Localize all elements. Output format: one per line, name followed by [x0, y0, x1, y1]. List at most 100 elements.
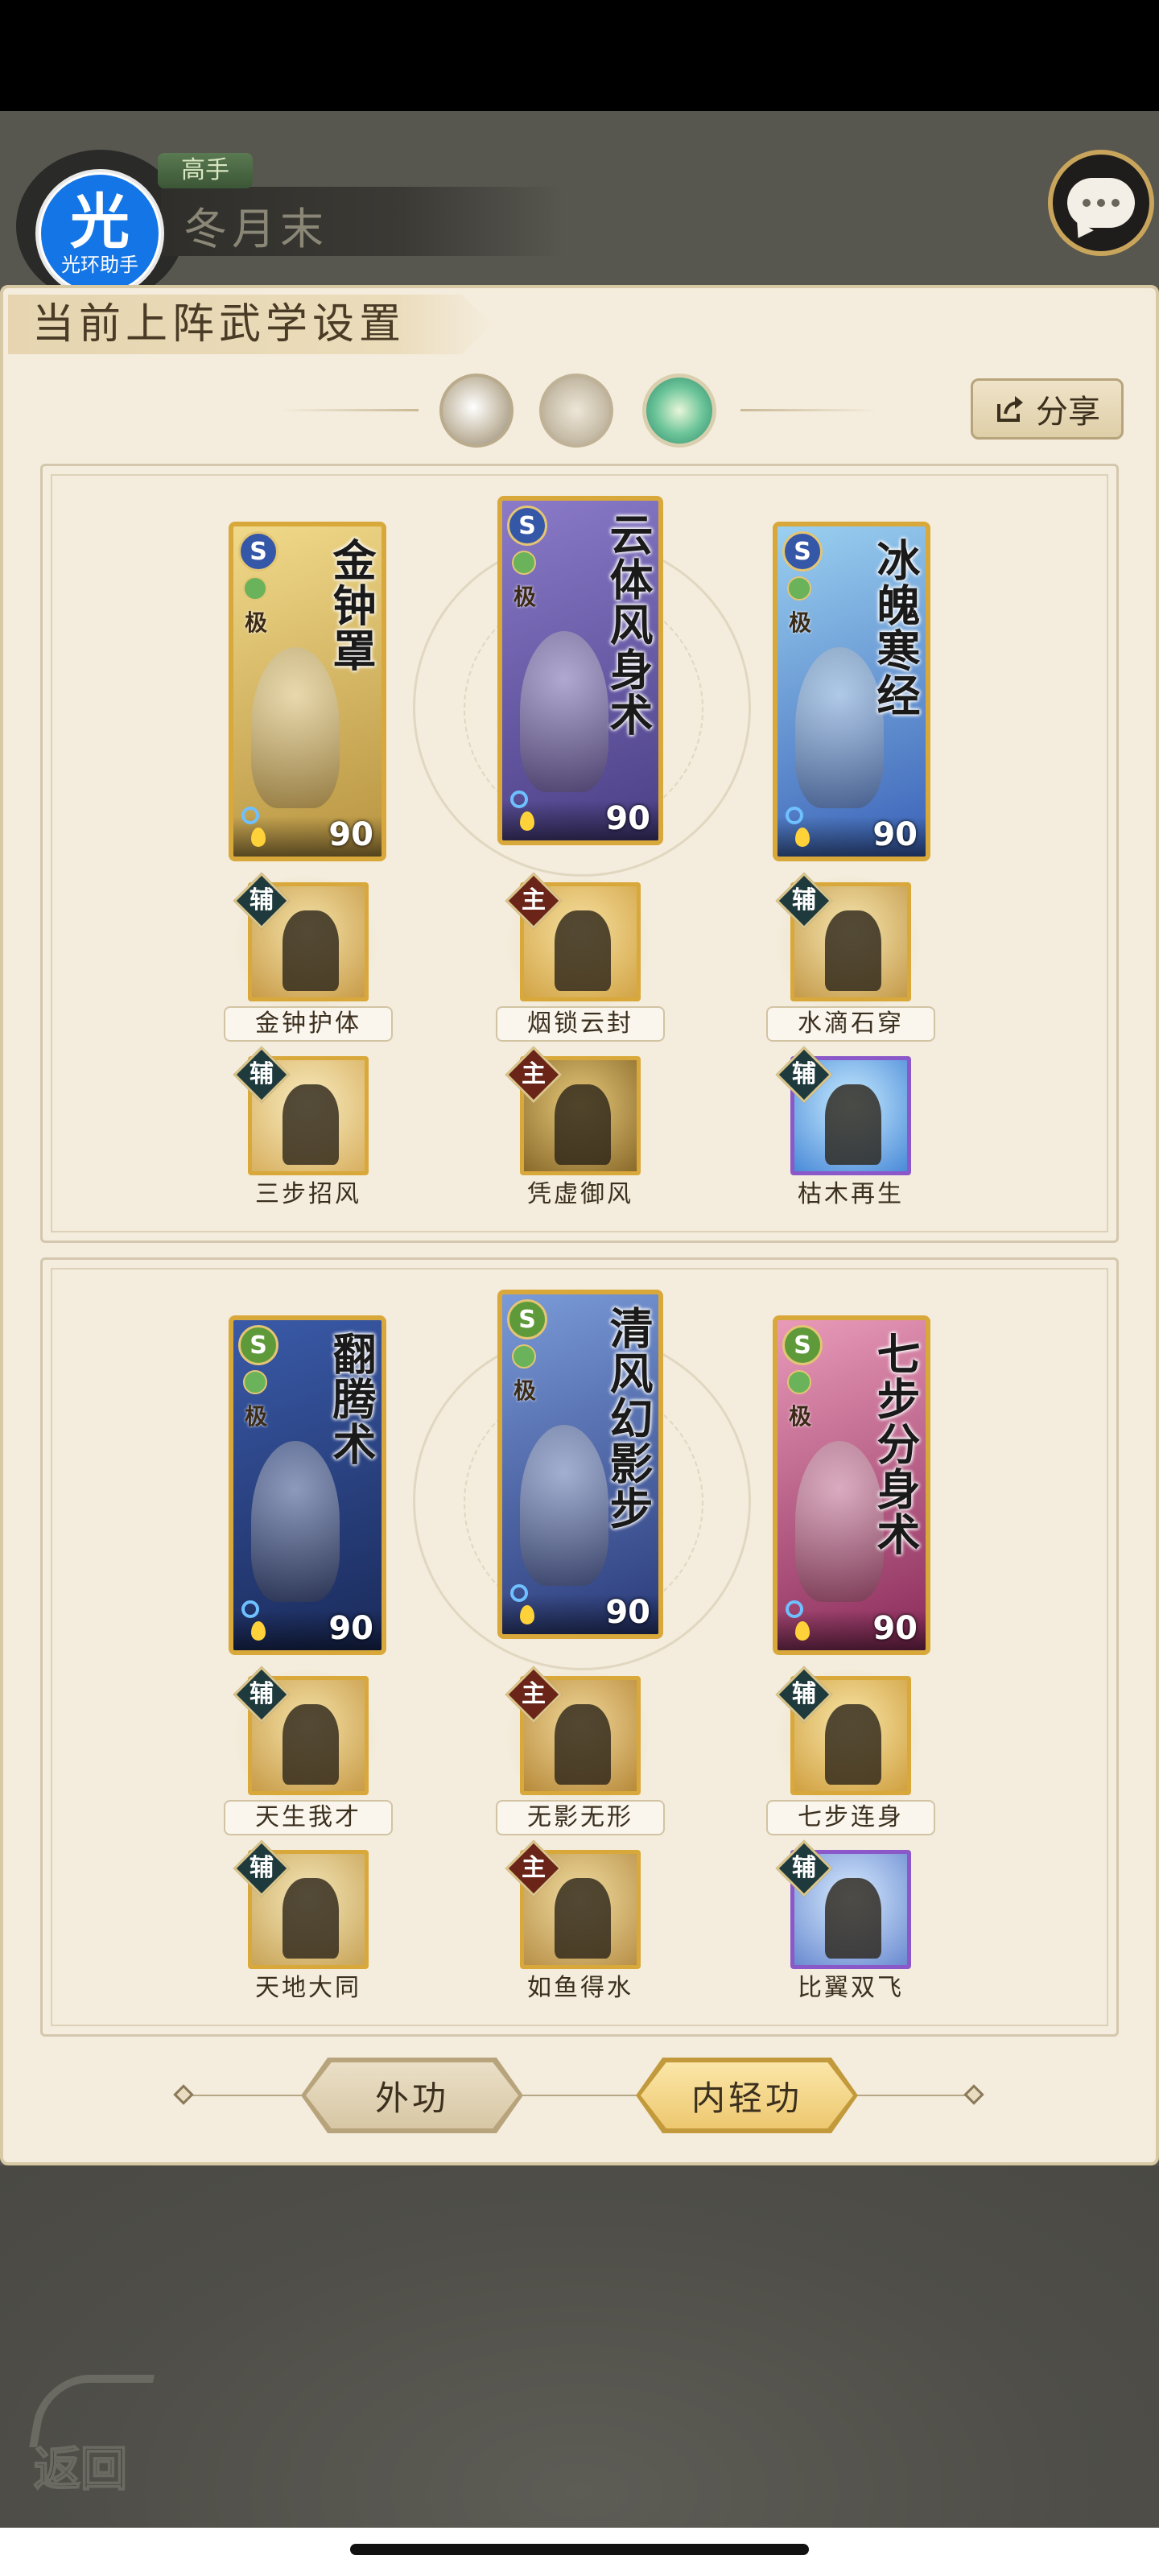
back-button[interactable]: 返回	[27, 2375, 156, 2497]
sub-skill[interactable]: 主烟锁云封	[496, 872, 665, 1043]
share-button[interactable]: 分享	[971, 378, 1124, 440]
figure-silhouette-icon	[283, 1084, 339, 1165]
flame-icon	[520, 811, 534, 831]
skill-card[interactable]: S 极 清风幻影步 90	[497, 1290, 663, 1639]
skill-card[interactable]: S 极 翻腾术 90	[229, 1315, 386, 1655]
tab-inner-light-martial[interactable]: 内轻功	[641, 2062, 853, 2128]
role-label: 辅	[792, 1060, 816, 1088]
sub-skill-name: 金钟护体	[224, 1006, 393, 1042]
sub-skill-name: 烟锁云封	[496, 1006, 665, 1042]
sub-skill[interactable]: 辅比翼双飞	[766, 1839, 935, 2011]
tab-outer-martial[interactable]: 外功	[306, 2062, 518, 2128]
figure-silhouette-icon	[555, 1878, 611, 1959]
sub-skill[interactable]: 辅天地大同	[224, 1839, 393, 2011]
role-label: 辅	[250, 1854, 274, 1882]
skill-figure	[520, 1425, 608, 1586]
skill-card[interactable]: S 极 金钟罩 90	[229, 522, 386, 861]
sub-skill[interactable]: 辅金钟护体	[224, 872, 393, 1043]
app-assistant-badge[interactable]: 光 光环助手	[35, 169, 164, 298]
panel-title: 当前上阵武学设置	[32, 300, 406, 349]
tab-divider-middle	[518, 2095, 639, 2096]
swirl-icon	[510, 791, 528, 808]
skill-name: 清风幻影步	[602, 1306, 654, 1531]
skill-card[interactable]: S 极 七步分身术 90	[773, 1315, 930, 1655]
figure-silhouette-icon	[825, 1878, 881, 1959]
skill-level: 90	[872, 816, 918, 853]
back-label: 返回	[33, 2441, 128, 2497]
figure-silhouette-icon	[555, 1084, 611, 1165]
skill-tier: 极	[514, 584, 537, 610]
skill-level: 90	[605, 1594, 650, 1631]
element-icon	[243, 576, 267, 601]
tab-divider-right	[853, 2095, 974, 2096]
role-label: 辅	[250, 886, 274, 914]
sub-skill[interactable]: 辅天生我才	[224, 1666, 393, 1837]
skill-level: 90	[328, 1610, 373, 1647]
skill-figure	[520, 631, 608, 792]
flame-icon	[251, 828, 266, 847]
role-label: 辅	[792, 886, 816, 914]
sub-skill-name: 天生我才	[224, 1800, 393, 1835]
flame-icon	[520, 1605, 534, 1624]
skill-tier: 极	[245, 609, 268, 636]
element-icon	[512, 551, 536, 575]
chat-bubble-icon	[1067, 178, 1135, 228]
figure-silhouette-icon	[555, 910, 611, 991]
school-icon: S	[238, 1325, 278, 1365]
swirl-icon	[786, 1600, 803, 1618]
skill-tier: 极	[514, 1377, 537, 1404]
role-label: 主	[522, 1680, 546, 1708]
sub-skill-name: 三步招风	[255, 1180, 361, 1208]
sub-skill[interactable]: 辅水滴石穿	[766, 872, 935, 1043]
flame-icon	[795, 828, 810, 847]
figure-silhouette-icon	[283, 1704, 339, 1785]
tab-divider-left	[184, 2095, 309, 2096]
sun-icon[interactable]	[539, 374, 613, 448]
sub-skill[interactable]: 辅枯木再生	[766, 1046, 935, 1217]
figure-silhouette-icon	[825, 1084, 881, 1165]
role-label: 辅	[792, 1854, 816, 1882]
skill-name: 七步分身术	[869, 1331, 921, 1557]
role-label: 辅	[792, 1680, 816, 1708]
school-icon: S	[238, 531, 278, 572]
chat-button[interactable]	[1048, 150, 1154, 256]
status-bar-area	[0, 0, 1159, 111]
home-indicator[interactable]	[350, 2544, 809, 2555]
figure-silhouette-icon	[283, 1878, 339, 1959]
moon-icon[interactable]	[439, 374, 514, 448]
role-label: 辅	[250, 1060, 274, 1088]
figure-silhouette-icon	[283, 910, 339, 991]
page-selector	[282, 370, 893, 451]
skill-name: 翻腾术	[325, 1331, 377, 1467]
swirl-icon	[510, 1584, 528, 1602]
sub-skill-name: 枯木再生	[798, 1180, 904, 1208]
skill-card[interactable]: S 极 云体风身术 90	[497, 496, 663, 845]
sub-skill[interactable]: 辅三步招风	[224, 1046, 393, 1217]
role-label: 主	[522, 886, 546, 914]
skill-tier: 极	[789, 1403, 812, 1430]
share-label: 分享	[1036, 394, 1100, 431]
sub-skill-name: 比翼双飞	[798, 1974, 904, 2002]
element-icon	[787, 576, 811, 601]
swirl-icon	[241, 807, 259, 824]
school-icon: S	[507, 1299, 547, 1340]
figure-silhouette-icon	[825, 910, 881, 991]
sub-skill[interactable]: 主如鱼得水	[496, 1839, 665, 2011]
sub-skill[interactable]: 主无影无形	[496, 1666, 665, 1837]
sub-skill-name: 天地大同	[255, 1974, 361, 2002]
skill-level: 90	[328, 816, 373, 853]
role-label: 主	[522, 1854, 546, 1882]
school-icon: S	[782, 1325, 823, 1365]
skill-name: 冰魄寒经	[869, 538, 921, 718]
sub-skill[interactable]: 辅七步连身	[766, 1666, 935, 1837]
leaf-icon[interactable]	[642, 374, 716, 448]
element-icon	[512, 1344, 536, 1368]
sub-skill-name: 无影无形	[496, 1800, 665, 1835]
share-icon	[997, 396, 1023, 422]
app-badge-glyph: 光	[70, 188, 130, 257]
skill-card[interactable]: S 极 冰魄寒经 90	[773, 522, 930, 861]
swirl-icon	[241, 1600, 259, 1618]
skill-name: 金钟罩	[325, 538, 377, 673]
school-icon: S	[507, 506, 547, 546]
sub-skill[interactable]: 主凭虚御风	[496, 1046, 665, 1217]
